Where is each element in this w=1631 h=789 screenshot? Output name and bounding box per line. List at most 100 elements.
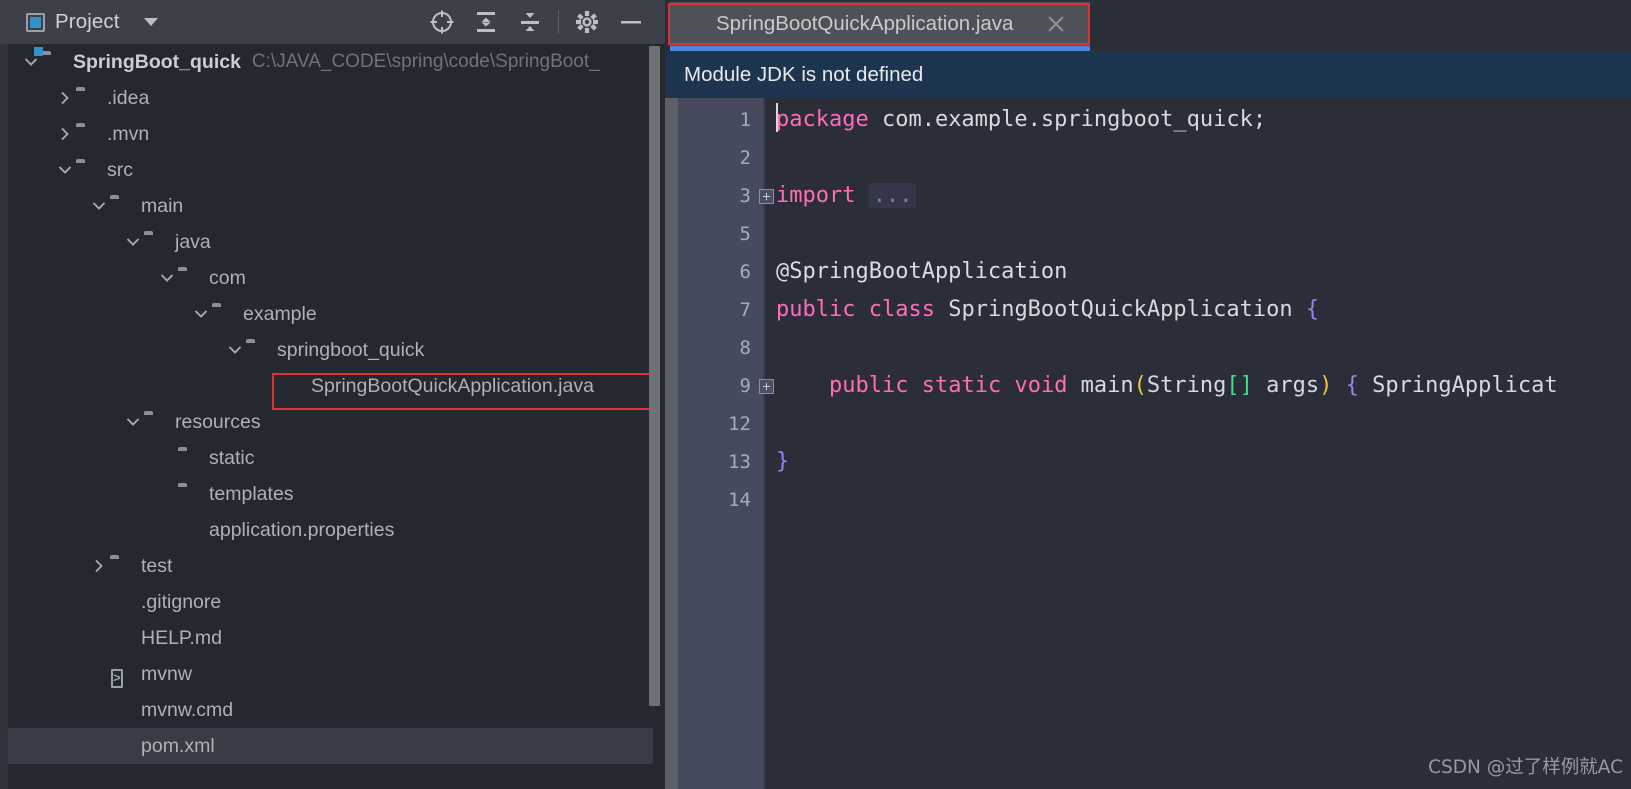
tree-row-idea[interactable]: .idea <box>8 80 653 116</box>
code-token: SpringApplicat <box>1358 373 1558 398</box>
code-token: ... <box>868 183 917 208</box>
line-number: 8 <box>739 337 751 359</box>
fold-expand-icon[interactable] <box>759 189 774 204</box>
folder-icon <box>178 447 200 469</box>
tree-row-java[interactable]: java <box>8 224 653 260</box>
code-token: } <box>776 449 790 474</box>
tree-row-main[interactable]: main <box>8 188 653 224</box>
chevron-down-icon[interactable] <box>122 224 144 260</box>
tree-row-test[interactable]: test <box>8 548 653 584</box>
project-tree-scrollbar-thumb[interactable] <box>649 46 660 706</box>
tree-row-mvn[interactable]: .mvn <box>8 116 653 152</box>
tree-row-help-md[interactable]: MD HELP.md <box>8 620 653 656</box>
project-tool-window-header[interactable]: Project <box>26 0 158 44</box>
code-line[interactable]: @SpringBootApplication <box>776 253 1067 291</box>
tree-row-application-properties[interactable]: application.properties <box>8 512 653 548</box>
chevron-right-icon[interactable] <box>54 80 76 116</box>
editor-tab-springbootquickapplication[interactable]: J SpringBootQuickApplication.java <box>670 2 1090 46</box>
folder-icon <box>110 555 132 577</box>
tree-row-templates[interactable]: templates <box>8 476 653 512</box>
select-opened-file-icon[interactable] <box>420 0 464 44</box>
tree-row-static[interactable]: static <box>8 440 653 476</box>
tree-row-mvnw[interactable]: > mvnw <box>8 656 653 692</box>
line-number: 1 <box>739 109 751 131</box>
folder-icon <box>144 231 166 253</box>
expand-all-icon[interactable] <box>464 0 508 44</box>
tree-row-mvnw-cmd[interactable]: mvnw.cmd <box>8 692 653 728</box>
project-panel: Project SpringBoot_quick C:\JAVA_CODE\sp… <box>0 0 665 789</box>
code-line[interactable]: import ... <box>776 177 917 215</box>
collapse-all-icon[interactable] <box>508 0 552 44</box>
tree-row-label: SpringBoot_quick <box>73 50 241 73</box>
properties-file-icon <box>178 519 200 541</box>
chevron-down-icon[interactable] <box>88 188 110 224</box>
editor-tab-label: SpringBootQuickApplication.java <box>716 12 1014 35</box>
editor-gutter[interactable]: 1 2 3 5 6 7 8 9 12 13 14 <box>678 98 763 789</box>
code-token: String <box>1146 373 1227 398</box>
editor-notification-bar[interactable]: Module JDK is not defined <box>665 51 1631 98</box>
fold-expand-icon[interactable] <box>759 379 774 394</box>
panel-left-strip <box>0 44 8 789</box>
code-token: @SpringBootApplication <box>776 259 1068 284</box>
tree-row-path: C:\JAVA_CODE\spring\code\SpringBoot_ <box>251 51 600 72</box>
tree-row-label: mvnw.cmd <box>141 698 234 721</box>
gitignore-file-icon <box>110 591 132 613</box>
tree-row-pom-xml[interactable]: </> pom.xml <box>8 728 653 764</box>
tree-row-label: test <box>141 554 173 577</box>
chevron-down-icon[interactable] <box>156 260 178 296</box>
folder-icon <box>76 123 98 145</box>
tree-row-label: springboot_quick <box>277 338 425 361</box>
markdown-file-icon: MD <box>110 627 132 649</box>
tree-row-src[interactable]: src <box>8 152 653 188</box>
tree-row-label: src <box>107 158 133 181</box>
line-number: 12 <box>728 413 751 435</box>
tree-row-label: main <box>141 194 184 217</box>
chevron-right-icon[interactable] <box>88 548 110 584</box>
code-token: public <box>776 297 856 322</box>
tree-row-label: pom.xml <box>141 734 215 757</box>
code-line[interactable]: package com.example.springboot_quick; <box>776 101 1266 139</box>
tree-row-label: .idea <box>107 86 150 109</box>
project-tree[interactable]: SpringBoot_quick C:\JAVA_CODE\spring\code… <box>8 44 653 789</box>
line-number: 7 <box>739 299 751 321</box>
code-token: static <box>921 373 1002 398</box>
close-icon[interactable] <box>1045 13 1067 35</box>
tree-row-com[interactable]: com <box>8 260 653 296</box>
tree-row-label: mvnw <box>141 662 192 685</box>
minimize-icon[interactable] <box>609 0 653 44</box>
line-number: 2 <box>739 147 751 169</box>
chevron-down-icon[interactable] <box>143 18 158 26</box>
tree-row-label: example <box>243 302 317 325</box>
tree-row-springboot-quick[interactable]: springboot_quick <box>8 332 653 368</box>
idea-window: Project SpringBoot_quick C:\JAVA_CODE\sp… <box>0 0 1631 789</box>
tree-row-springbootquickapplication-java[interactable]: J SpringBootQuickApplication.java <box>8 368 653 404</box>
tree-row-resources[interactable]: resources <box>8 404 653 440</box>
code-editor[interactable]: 1 2 3 5 6 7 8 9 12 13 14 package com.example.sprin… <box>665 98 1631 789</box>
folder-icon <box>76 159 98 181</box>
tree-row-example[interactable]: example <box>8 296 653 332</box>
editor-left-strip <box>665 98 678 789</box>
chevron-down-icon[interactable] <box>122 404 144 440</box>
code-line[interactable]: public static void main(String[] args) {… <box>776 367 1558 405</box>
chevron-down-icon[interactable] <box>224 332 246 368</box>
tree-row-springboot-quick[interactable]: SpringBoot_quick C:\JAVA_CODE\spring\code… <box>8 44 653 80</box>
gear-icon[interactable] <box>565 0 609 44</box>
code-line[interactable]: public class SpringBootQuickApplication … <box>776 291 1319 329</box>
java-file-icon: J <box>684 13 706 35</box>
code-token: ( <box>1133 373 1147 398</box>
code-token: import <box>776 183 856 208</box>
chevron-right-icon[interactable] <box>54 116 76 152</box>
chevron-down-icon[interactable] <box>54 152 76 188</box>
folder-icon <box>212 303 234 325</box>
line-number: 6 <box>739 261 751 283</box>
tree-row-gitignore[interactable]: .gitignore <box>8 584 653 620</box>
chevron-down-icon[interactable] <box>190 296 212 332</box>
code-line[interactable]: } <box>776 443 789 481</box>
tree-row-label: com <box>209 266 246 289</box>
